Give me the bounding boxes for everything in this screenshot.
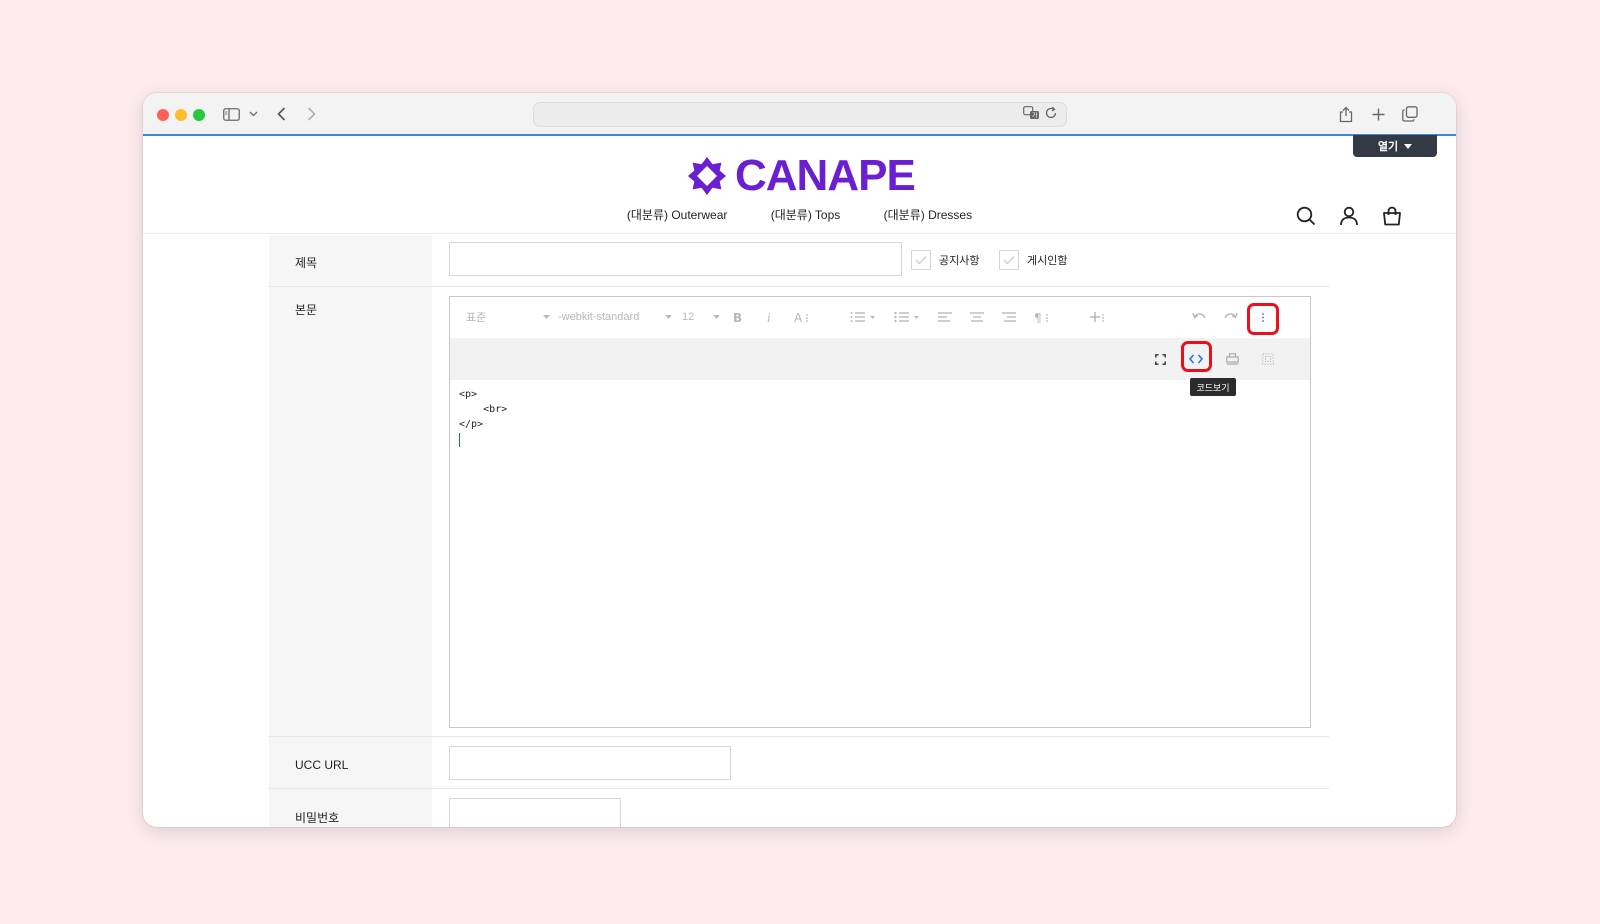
open-button[interactable]: 열기 — [1353, 135, 1437, 157]
cart-icon[interactable] — [1380, 204, 1404, 228]
logo-mark-icon — [688, 157, 726, 195]
open-button-label: 열기 — [1377, 141, 1399, 153]
font-family-select[interactable]: -webkit-standard — [558, 307, 672, 327]
browser-toolbar: 가 — [143, 93, 1456, 136]
title-label: 제목 — [269, 235, 432, 286]
chevron-down-icon[interactable] — [247, 103, 259, 125]
minimize-window-button[interactable] — [175, 109, 187, 121]
nav-item-dresses[interactable]: (대분류) Dresses — [884, 208, 972, 222]
address-bar[interactable]: 가 — [533, 102, 1067, 127]
font-size-value: 12 — [682, 311, 695, 323]
back-icon[interactable] — [273, 103, 289, 125]
notice-checkbox[interactable]: 공지사항 — [911, 250, 979, 270]
category-nav: (대분류) Outerwear (대분류) Tops (대분류) Dresses — [143, 206, 1456, 223]
chevron-down-icon — [665, 315, 672, 319]
code-line: </p> — [459, 419, 484, 430]
bullet-list-icon[interactable] — [894, 307, 920, 327]
align-left-icon[interactable] — [938, 307, 952, 327]
paragraph-style-value: 표준 — [466, 312, 487, 324]
row-title: 제목 공지사항 게시인함 — [269, 235, 1329, 287]
svg-text:가: 가 — [1032, 112, 1038, 120]
logo-text: CANAPE — [735, 151, 916, 200]
svg-text:A: A — [794, 311, 803, 323]
password-label: 비밀번호 — [269, 789, 432, 827]
post-confirm-check-box[interactable] — [999, 250, 1019, 270]
font-color-icon[interactable]: A — [794, 307, 810, 327]
header-icons — [1294, 204, 1404, 228]
site-header: CANAPE (대분류) Outerwear (대분류) Tops (대분류) … — [143, 138, 1456, 234]
insert-icon[interactable] — [1090, 307, 1106, 327]
print-icon[interactable] — [1222, 349, 1242, 369]
nav-item-tops[interactable]: (대분류) Tops — [771, 208, 841, 222]
new-tab-icon[interactable] — [1369, 103, 1387, 125]
row-body: 본문 표준 -webkit-standard 12 B i A ¶ 코드보기 <… — [269, 287, 1329, 737]
ucc-url-label: UCC URL — [269, 737, 432, 788]
post-confirm-label: 게시인함 — [1027, 255, 1068, 267]
row-password: 비밀번호 — [269, 789, 1329, 827]
text-cursor — [459, 433, 460, 447]
zoom-window-button[interactable] — [193, 109, 205, 121]
font-size-select[interactable]: 12 — [682, 307, 720, 327]
site-logo[interactable]: CANAPE — [685, 151, 916, 200]
ucc-url-input[interactable] — [449, 746, 731, 780]
row-ucc-url: UCC URL — [269, 737, 1329, 789]
rich-text-editor: 표준 -webkit-standard 12 B i A ¶ 코드보기 <p> … — [449, 296, 1311, 728]
chevron-down-icon — [543, 315, 550, 319]
align-center-icon[interactable] — [970, 307, 984, 327]
title-input[interactable] — [449, 242, 902, 276]
redo-icon[interactable] — [1224, 307, 1238, 327]
code-view-tooltip: 코드보기 — [1190, 378, 1236, 396]
chevron-down-icon — [713, 315, 720, 319]
bold-icon[interactable]: B — [732, 307, 744, 327]
svg-text:i: i — [767, 311, 771, 323]
ordered-list-icon[interactable] — [850, 307, 876, 327]
caret-down-icon — [1404, 143, 1413, 149]
editor-toolbar-secondary — [450, 338, 1310, 380]
browser-window: 가 열기 CANAPE (대분류) Outerwear (대분류) Tops (… — [143, 93, 1456, 827]
board-write-form: 제목 공지사항 게시인함 본문 표준 -webkit-standard 12 B… — [269, 235, 1329, 827]
sidebar-icon[interactable] — [221, 103, 241, 125]
code-view-highlight — [1181, 341, 1212, 372]
close-window-button[interactable] — [157, 109, 169, 121]
search-icon[interactable] — [1294, 204, 1318, 228]
notice-label: 공지사항 — [939, 255, 980, 267]
post-confirm-checkbox[interactable]: 게시인함 — [999, 250, 1067, 270]
password-input[interactable] — [449, 798, 621, 827]
nav-item-outerwear[interactable]: (대분류) Outerwear — [627, 208, 727, 222]
align-right-icon[interactable] — [1002, 307, 1016, 327]
editor-toolbar-primary: 표준 -webkit-standard 12 B i A ¶ — [450, 297, 1310, 338]
code-editor-area[interactable]: <p> <br> </p> — [459, 387, 507, 447]
select-all-icon[interactable] — [1258, 349, 1278, 369]
italic-icon[interactable]: i — [764, 307, 776, 327]
user-icon[interactable] — [1337, 204, 1361, 228]
more-options-highlight — [1247, 303, 1279, 335]
font-family-value: -webkit-standard — [558, 311, 640, 323]
translate-icon[interactable]: 가 — [1023, 106, 1040, 125]
undo-icon[interactable] — [1192, 307, 1206, 327]
svg-text:¶: ¶ — [1034, 311, 1042, 323]
code-line: <p> — [459, 389, 478, 400]
paragraph-style-select[interactable]: 표준 — [466, 307, 550, 327]
body-label: 본문 — [269, 287, 432, 736]
tabs-overview-icon[interactable] — [1401, 103, 1419, 125]
reload-icon[interactable] — [1044, 106, 1058, 125]
fullscreen-icon[interactable] — [1150, 349, 1170, 369]
code-line: <br> — [459, 404, 508, 415]
forward-icon[interactable] — [303, 103, 319, 125]
paragraph-icon[interactable]: ¶ — [1034, 307, 1050, 327]
notice-check-box[interactable] — [911, 250, 931, 270]
share-icon[interactable] — [1337, 103, 1355, 125]
svg-text:B: B — [733, 311, 742, 323]
